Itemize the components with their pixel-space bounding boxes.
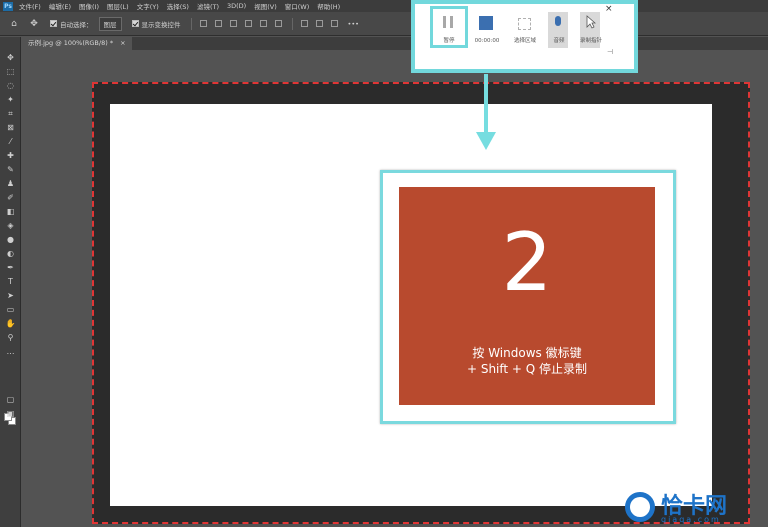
distribute-icon[interactable] [315,20,323,27]
photoshop-window: Ps 文件(F) 编辑(E) 图像(I) 图层(L) 文字(Y) 选择(S) 滤… [0,0,768,527]
menu-select[interactable]: 选择(S) [167,1,189,11]
divider [190,17,192,30]
menu-view[interactable]: 视图(V) [254,1,277,11]
menu-file[interactable]: 文件(F) [19,1,41,11]
auto-select-label: 自动选择： [60,20,93,29]
watermark-logo-icon [625,492,655,522]
align-right-icon[interactable] [229,20,237,27]
record-pointer-button[interactable]: 录制指针 [576,10,606,54]
close-recorder-icon[interactable]: × [605,4,613,14]
screen-mode-icon[interactable]: ▣ [5,409,16,419]
site-watermark: 恰卡网 qiaqa.com [623,488,768,527]
annotation-arrow-head [476,132,496,150]
align-center-icon[interactable] [214,20,222,27]
brush-tool-icon[interactable]: ✎ [5,165,16,175]
auto-select-checkbox[interactable] [50,20,57,27]
annotation-arrow [484,74,488,136]
home-icon[interactable]: ⌂ [8,18,20,30]
select-region-button[interactable]: 选择区域 [510,10,540,54]
history-brush-tool-icon[interactable]: ✐ [5,193,16,203]
divider [291,17,293,30]
watermark-url: qiaqa.com [661,515,721,524]
align-top-icon[interactable] [244,20,252,27]
menu-3d[interactable]: 3D(D) [227,2,246,10]
audio-label: 音频 [553,38,565,44]
menu-edit[interactable]: 编辑(E) [49,1,71,11]
stop-icon [479,16,493,30]
crop-tool-icon[interactable]: ⌗ [5,109,16,119]
stop-recording-hint: 按 Windows 徽标键 + Shift + Q 停止录制 [399,345,655,377]
cursor-icon [586,15,596,29]
type-tool-icon[interactable]: T [5,277,16,287]
menu-image[interactable]: 图像(I) [79,1,99,11]
microphone-icon [555,16,561,26]
pause-button-highlight [430,6,468,48]
menu-window[interactable]: 窗口(W) [285,1,310,11]
photoshop-logo-icon: Ps [3,1,13,11]
select-region-label: 选择区域 [513,38,536,44]
stop-button[interactable]: 00:00:00 [472,10,502,54]
pin-icon[interactable]: ⊣ [607,48,613,56]
align-bottom-icon[interactable] [274,20,282,27]
menu-help[interactable]: 帮助(H) [317,1,340,11]
countdown-number: 2 [501,216,553,309]
blur-tool-icon[interactable]: ● [5,235,16,245]
more-tools-icon[interactable]: ⋯ [5,349,16,359]
zoom-tool-icon[interactable]: ⚲ [5,333,16,343]
menu-type[interactable]: 文字(Y) [137,1,159,11]
document-tab-title: 示例.jpg @ 100%(RGB/8) * [28,39,114,47]
distribute-icon[interactable] [300,20,308,27]
recording-timer: 00:00:00 [474,38,500,44]
align-middle-icon[interactable] [259,20,267,27]
tools-panel: ✥ ⬚ ◌ ✦ ⌗ ⊠ ⁄ ✚ ✎ ♟ ✐ ◧ ◈ ● ◐ ✒ T ➤ ▭ ✋ … [0,37,21,527]
show-transform-label: 显示变换控件 [141,20,181,29]
auto-select-dropdown[interactable]: 图层 [98,16,122,31]
quick-mask-icon[interactable]: ▢ [5,395,16,405]
close-tab-icon[interactable]: × [120,39,125,47]
hint-line-1: 按 Windows 徽标键 [472,346,582,360]
frame-tool-icon[interactable]: ⊠ [5,123,16,133]
lasso-tool-icon[interactable]: ◌ [5,81,16,91]
eyedropper-tool-icon[interactable]: ⁄ [5,137,16,147]
menu-layer[interactable]: 图层(L) [107,1,129,11]
show-transform-checkbox[interactable] [131,20,139,27]
document-tab[interactable]: 示例.jpg @ 100%(RGB/8) * × [22,37,132,50]
healing-brush-tool-icon[interactable]: ✚ [5,151,16,161]
move-tool-icon[interactable]: ✥ [5,53,16,63]
marquee-tool-icon[interactable]: ⬚ [5,67,16,77]
document-tab-bar: 示例.jpg @ 100%(RGB/8) * × [22,37,768,50]
hand-tool-icon[interactable]: ✋ [5,319,16,329]
record-pointer-label: 录制指针 [579,38,602,44]
more-options-button[interactable]: ••• [348,20,360,28]
audio-toggle-button[interactable]: 音频 [544,10,574,54]
menu-bar: Ps 文件(F) 编辑(E) 图像(I) 图层(L) 文字(Y) 选择(S) 滤… [0,0,768,12]
path-selection-tool-icon[interactable]: ➤ [5,291,16,301]
pen-tool-icon[interactable]: ✒ [5,263,16,273]
paint-bucket-tool-icon[interactable]: ◈ [5,221,16,231]
hint-line-2: + Shift + Q 停止录制 [466,362,588,376]
magic-wand-tool-icon[interactable]: ✦ [5,95,16,105]
dodge-tool-icon[interactable]: ◐ [5,249,16,259]
move-tool-icon[interactable]: ✥ [28,18,40,30]
menu-filter[interactable]: 滤镜(T) [197,1,219,11]
rectangle-tool-icon[interactable]: ▭ [5,305,16,315]
align-left-icon[interactable] [199,20,207,27]
options-bar: ⌂ ✥ 自动选择： 图层 显示变换控件 ••• [0,12,768,36]
select-region-icon [518,18,531,30]
stamp-tool-icon[interactable]: ♟ [5,179,16,189]
eraser-tool-icon[interactable]: ◧ [5,207,16,217]
distribute-icon[interactable] [330,20,338,27]
